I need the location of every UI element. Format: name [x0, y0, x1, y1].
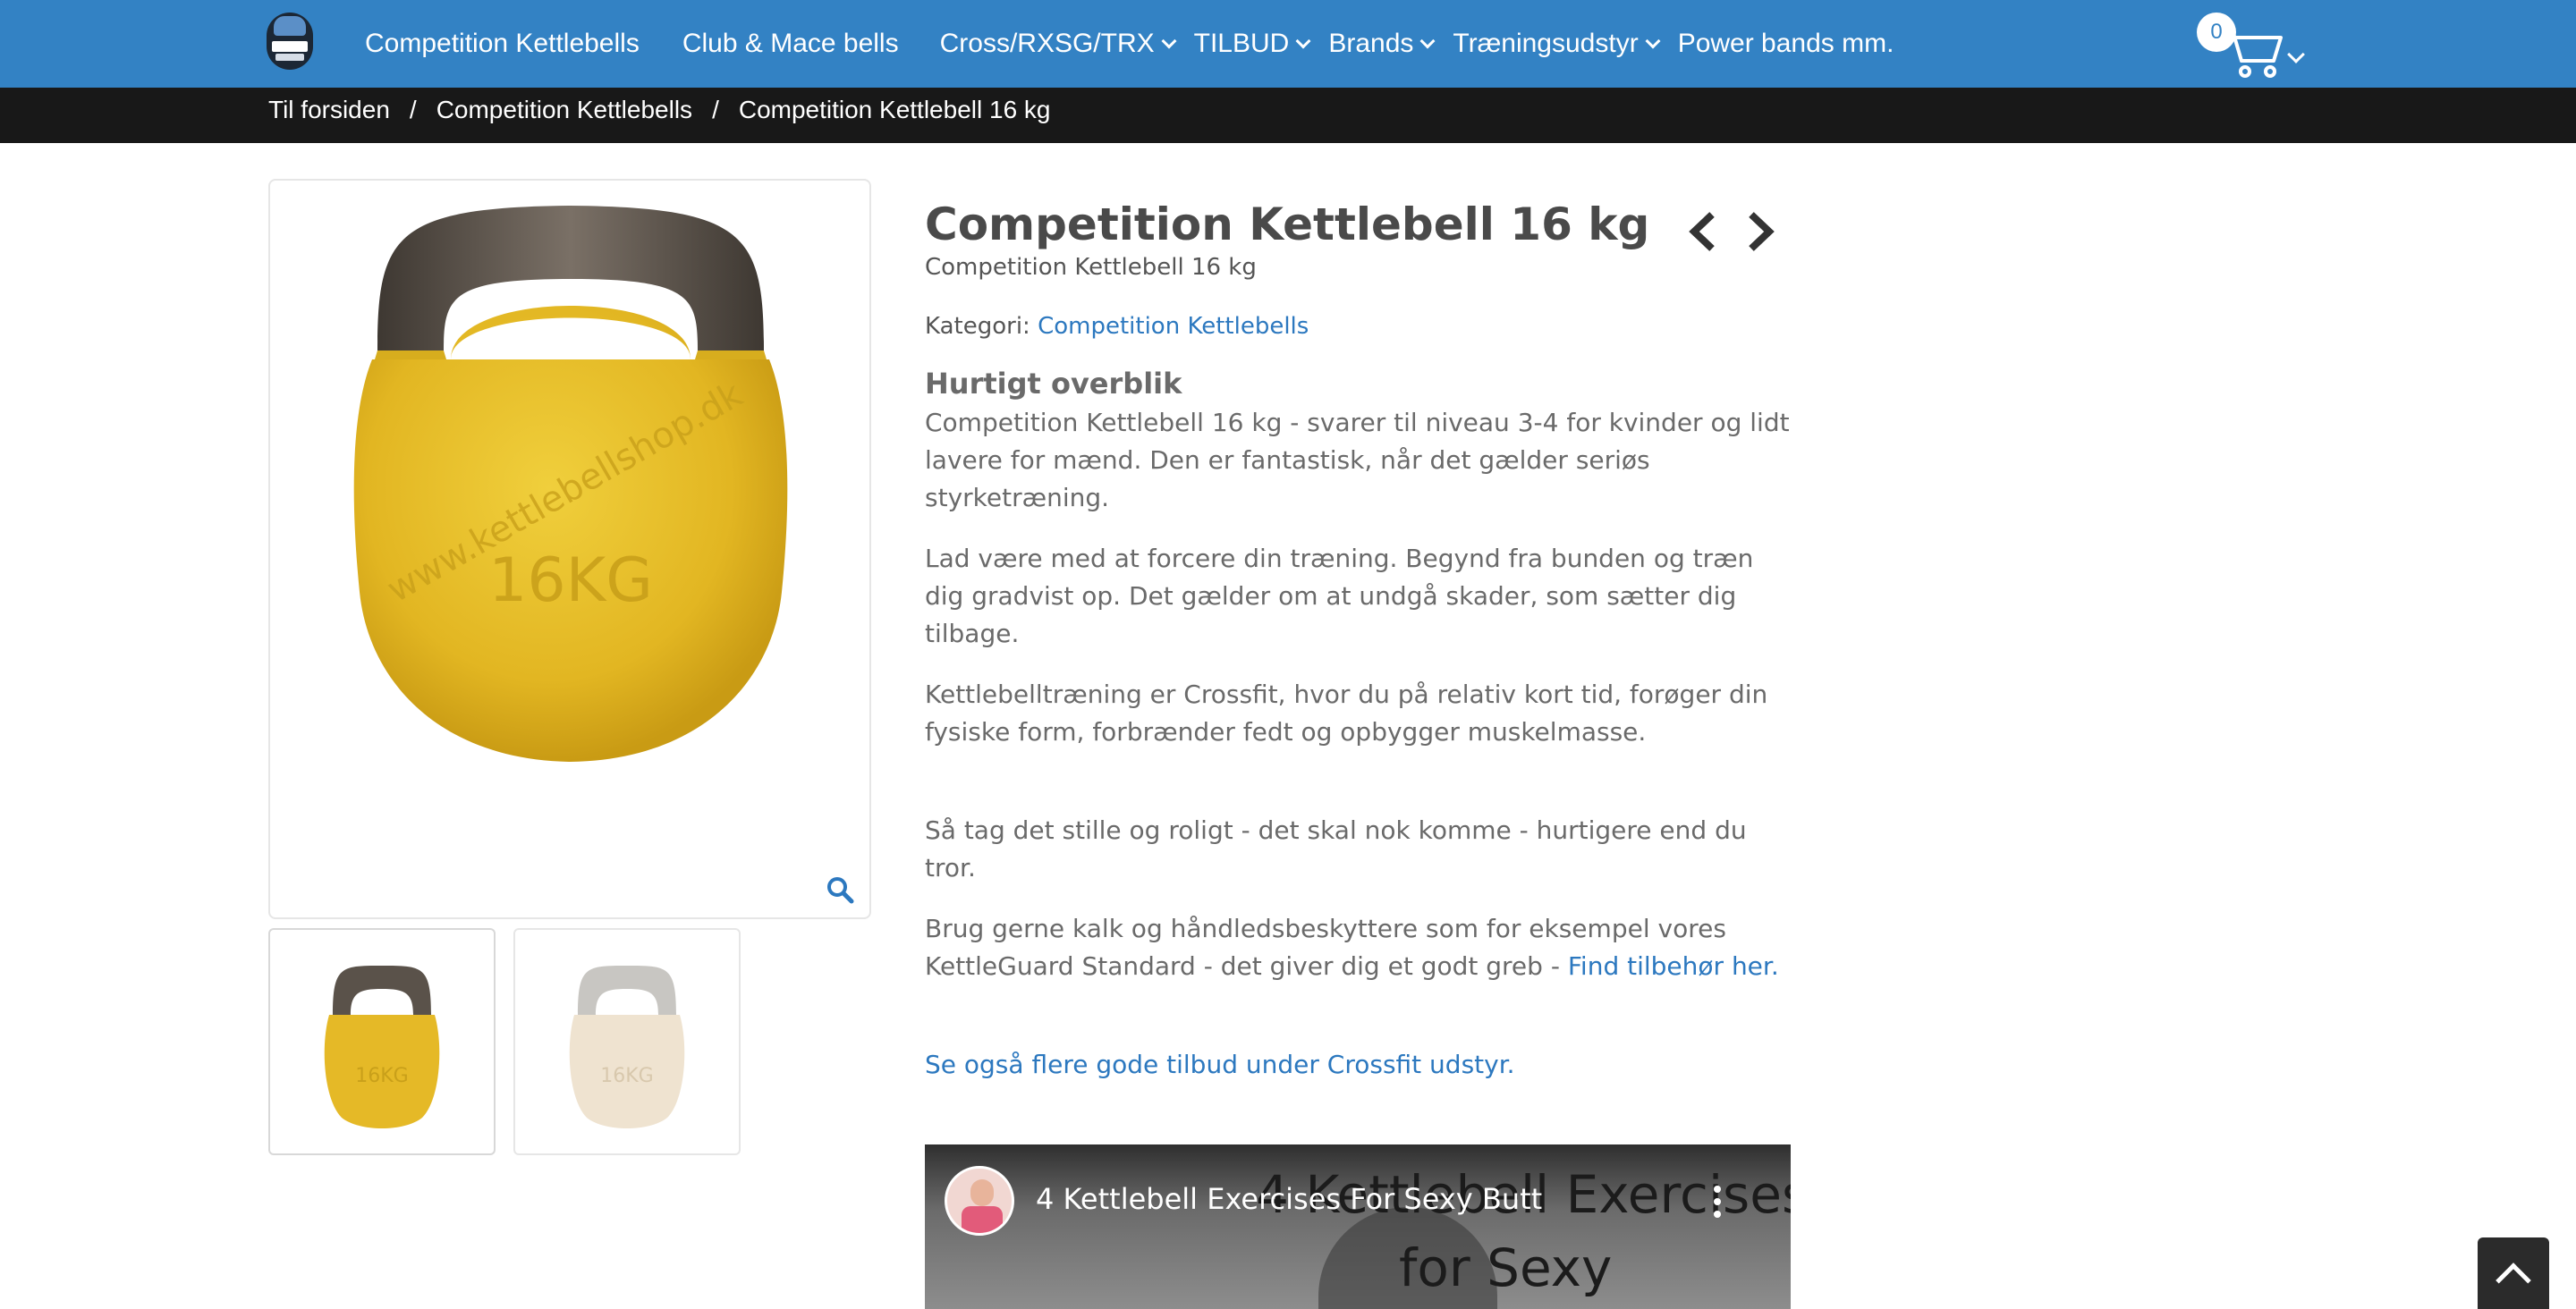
main-menu: Competition Kettlebells Club & Mace bell… [365, 0, 1894, 88]
nav-item-competition-kettlebells[interactable]: Competition Kettlebells [365, 29, 640, 59]
nav-label: Træningsudstyr [1453, 29, 1639, 58]
nav-label: Brands [1328, 29, 1414, 58]
kettlebell-yellow-image: 16KG www.kettlebellshop.dk [353, 206, 788, 762]
nav-item-cross-rxsg-trx[interactable]: Cross/RXSG/TRX [939, 29, 1177, 59]
product-subtitle: Competition Kettlebell 16 kg [925, 254, 1257, 281]
breadcrumb-home-link[interactable]: Til forsiden [268, 96, 390, 124]
kettlebell-logo[interactable] [267, 13, 313, 70]
breadcrumb-separator: / [712, 96, 719, 123]
nav-item-tilbud[interactable]: TILBUD [1193, 29, 1311, 59]
nav-item-traeningsudstyr[interactable]: Træningsudstyr [1453, 29, 1661, 59]
product-main-image[interactable]: 16KG www.kettlebellshop.dk [268, 179, 871, 919]
logo-subtext-block [275, 54, 304, 61]
zoom-icon[interactable] [825, 874, 855, 905]
chevron-up-icon [2496, 1263, 2531, 1298]
description-paragraph-1: Competition Kettlebell 16 kg - svarer ti… [925, 408, 1790, 512]
product-title: Competition Kettlebell 16 kg [925, 198, 1650, 250]
accessories-link[interactable]: Find tilbehør her. [1568, 951, 1779, 981]
kettlebell-weight-engraving: 16KG [488, 545, 653, 616]
thumbnail-label: 16KG [355, 1065, 408, 1087]
nav-label: TILBUD [1193, 29, 1290, 58]
back-to-top-button[interactable] [2478, 1237, 2549, 1309]
nav-label: Power bands mm. [1677, 29, 1894, 58]
category-link[interactable]: Competition Kettlebells [1038, 313, 1309, 340]
avatar-shirt [962, 1206, 1003, 1233]
breadcrumb: Til forsiden / Competition Kettlebells /… [268, 88, 1051, 132]
channel-avatar[interactable] [945, 1166, 1014, 1236]
top-navbar: Competition Kettlebells Club & Mace bell… [0, 0, 2576, 88]
chevron-down-icon [1161, 33, 1177, 49]
description-paragraph-2: Lad være med at forcere din træning. Beg… [925, 544, 1754, 648]
chevron-down-icon [1295, 33, 1311, 49]
nav-item-club-mace-bells[interactable]: Club & Mace bells [682, 29, 899, 59]
description-paragraph-3: Kettlebelltræning er Crossfit, hvor du p… [925, 680, 1768, 747]
nav-label: Club & Mace bells [682, 29, 899, 58]
nav-label: Competition Kettlebells [365, 29, 640, 58]
cart-button[interactable]: 0 [2197, 13, 2313, 80]
overview-heading: Hurtigt overblik [925, 367, 1182, 401]
breadcrumb-separator: / [409, 96, 417, 123]
embedded-video[interactable]: 4 Kettlebell Exercises for Sexy 4 Kettle… [925, 1144, 1791, 1309]
thumbnail-label: 16KG [600, 1065, 653, 1087]
kettlebell-thumbnail-image: 16KG [324, 966, 440, 1128]
logo-text-block [272, 41, 308, 52]
cart-count-badge: 0 [2197, 13, 2236, 52]
next-product-arrow-icon[interactable] [1744, 211, 1776, 252]
chevron-down-icon [1419, 33, 1436, 49]
video-title[interactable]: 4 Kettlebell Exercises For Sexy Butt [1036, 1182, 1542, 1216]
thumbnail-white[interactable]: 16KG [513, 928, 741, 1155]
category-label: Kategori: [925, 313, 1030, 340]
description-paragraph-4: Så tag det stille og roligt - det skal n… [925, 815, 1747, 883]
logo-kettlebell-shape [274, 16, 306, 36]
breadcrumb-bar: Til forsiden / Competition Kettlebells /… [0, 88, 2576, 143]
chevron-down-icon[interactable] [2287, 46, 2305, 63]
avatar-face [970, 1179, 994, 1206]
crossfit-offers-link[interactable]: Se også flere gode tilbud under Crossfit… [925, 1050, 1515, 1079]
video-more-options-icon[interactable] [1714, 1186, 1723, 1218]
chevron-down-icon [1645, 33, 1661, 49]
video-overlay-text-line2: for Sexy [1399, 1237, 1613, 1298]
thumbnail-yellow[interactable]: 16KG [268, 928, 496, 1155]
description-paragraph-5: Brug gerne kalk og håndledsbeskyttere so… [925, 910, 1792, 985]
product-category: Kategori: Competition Kettlebells [925, 313, 1309, 340]
breadcrumb-category-link[interactable]: Competition Kettlebells [436, 96, 692, 124]
breadcrumb-current: Competition Kettlebell 16 kg [738, 96, 1051, 123]
nav-item-brands[interactable]: Brands [1328, 29, 1436, 59]
previous-product-arrow-icon[interactable] [1687, 211, 1719, 252]
kettlebell-thumbnail-image: 16KG [569, 966, 685, 1128]
nav-label: Cross/RXSG/TRX [939, 29, 1155, 58]
nav-item-power-bands[interactable]: Power bands mm. [1678, 29, 1894, 59]
